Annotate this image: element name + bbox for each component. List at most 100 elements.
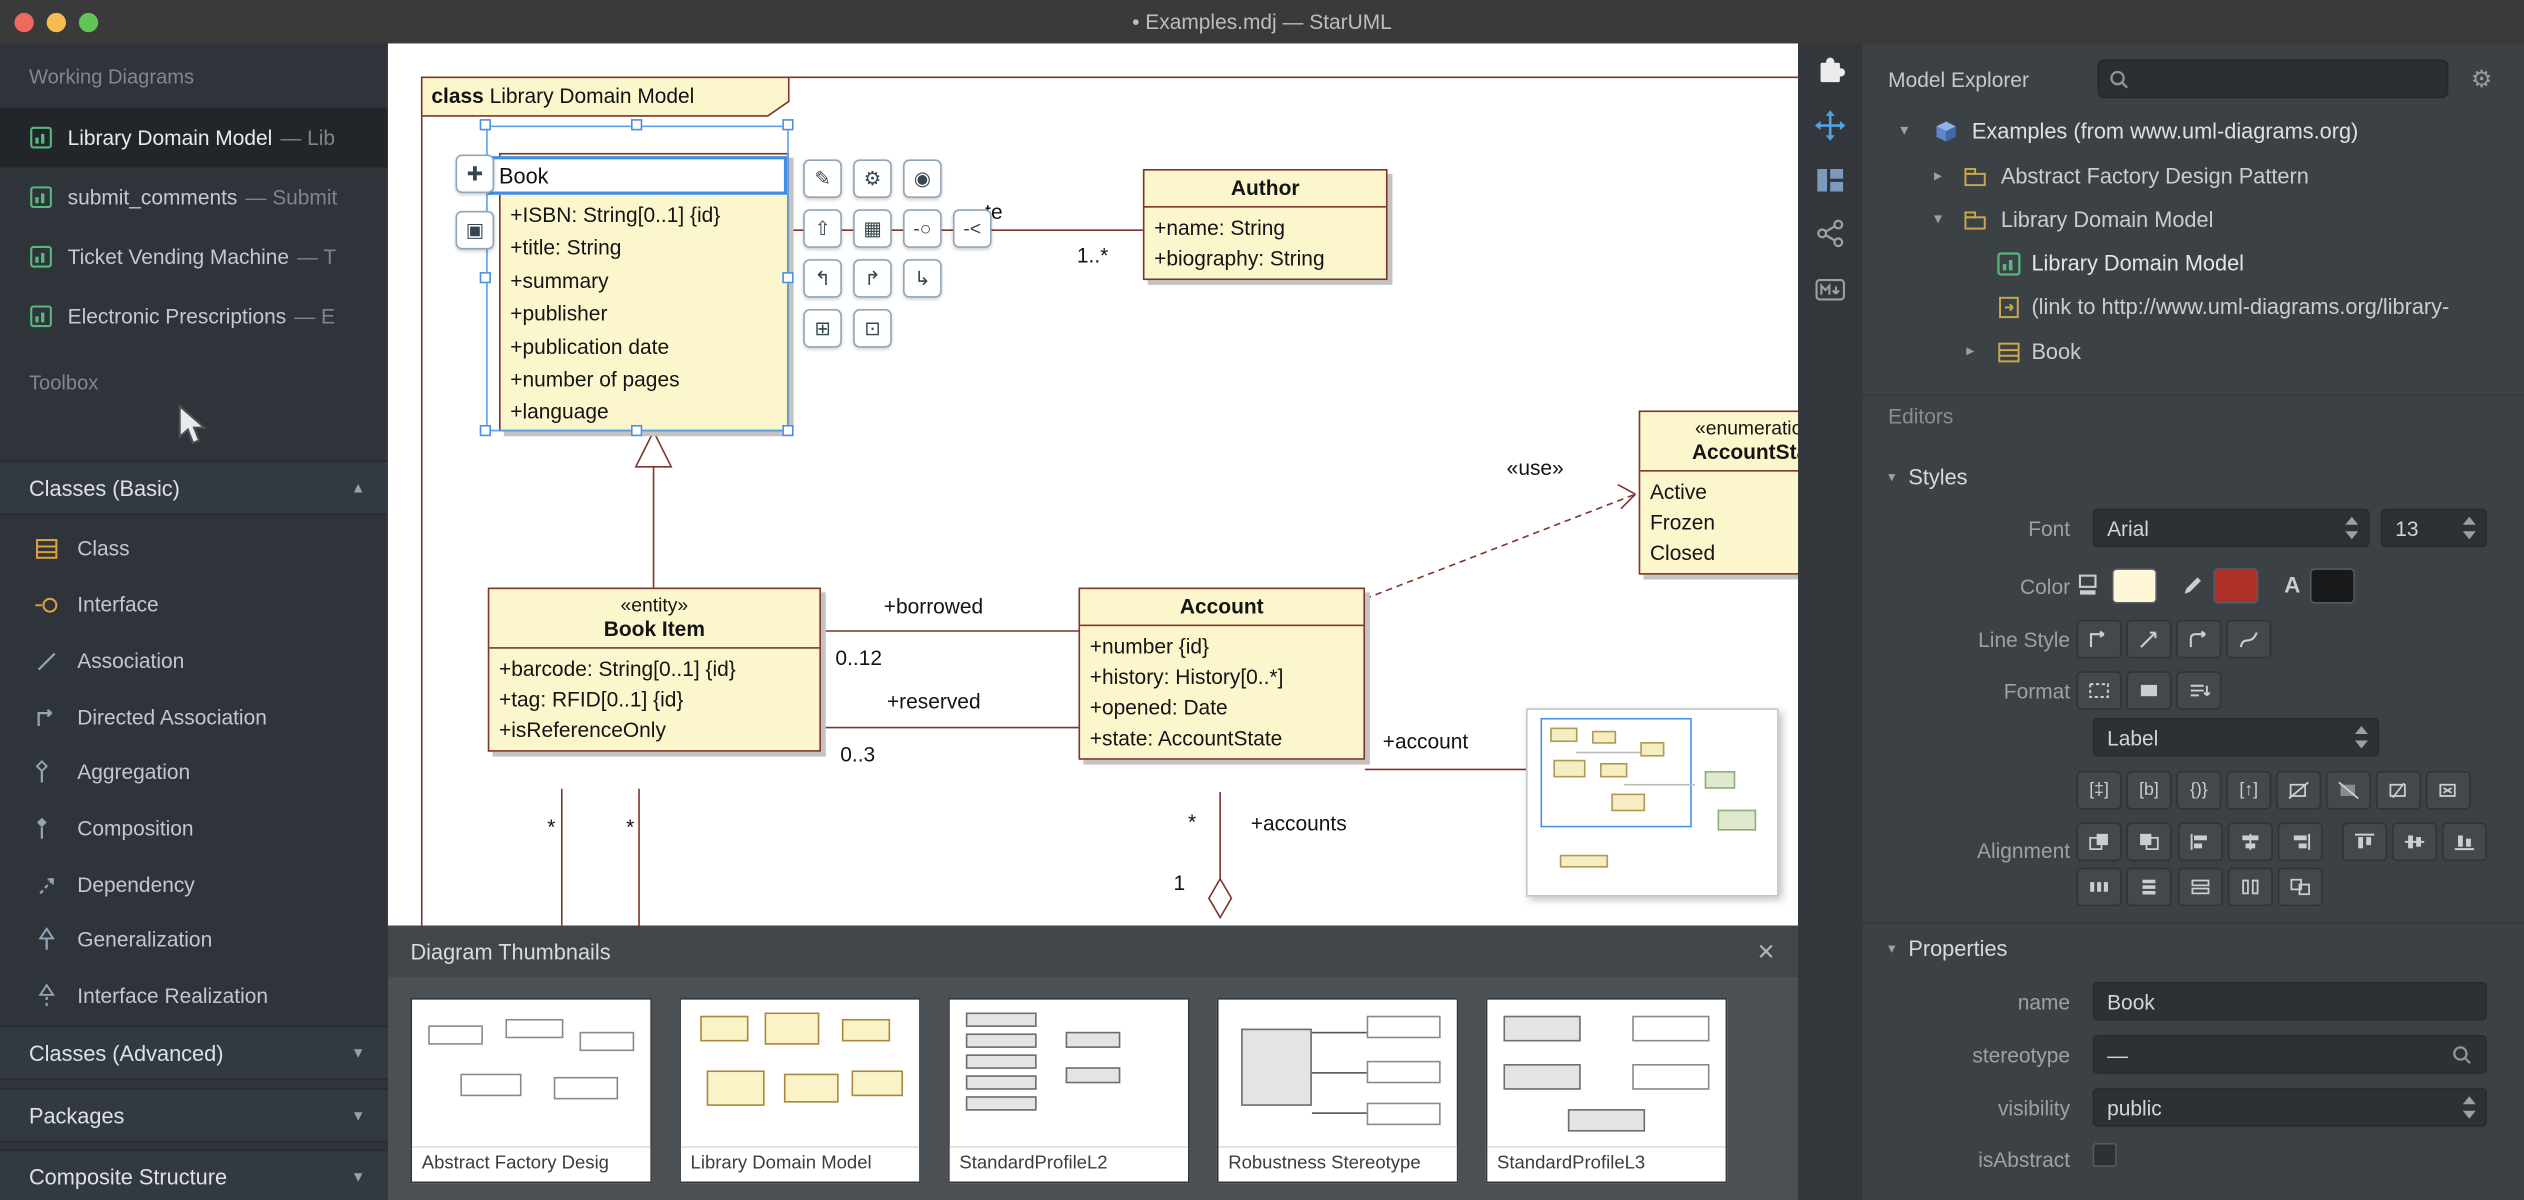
add-sub-diagram-button[interactable]: ⊡ — [853, 309, 892, 348]
suppress-operations-button[interactable] — [2326, 771, 2372, 810]
stepper-icon[interactable] — [2462, 516, 2477, 540]
font-color-swatch[interactable] — [2309, 568, 2355, 604]
section-composite-structure[interactable]: Composite Structure ▼ — [0, 1149, 388, 1200]
selection-handle[interactable] — [479, 119, 491, 131]
toolbox-item-interface[interactable]: Interface — [0, 576, 388, 632]
class-name-editor[interactable] — [487, 156, 788, 195]
quick-edit-button[interactable]: ✎ — [803, 159, 842, 198]
connector-up-right-button[interactable]: ↱ — [853, 259, 892, 298]
suppress-literals-button[interactable] — [2425, 771, 2471, 810]
align-bottom-button[interactable] — [2441, 822, 2487, 862]
section-classes-basic[interactable]: Classes (Basic) ▲ — [0, 460, 388, 516]
same-size-button[interactable] — [2277, 867, 2323, 907]
toolbox-item-generalization[interactable]: Generalization — [0, 911, 388, 967]
selection-handle[interactable] — [782, 119, 794, 131]
stereotype-display-select[interactable]: Label — [2092, 717, 2380, 757]
tree-item-book[interactable]: ▸ Book — [1862, 330, 2524, 373]
word-wrap-button[interactable]: [↑] — [2226, 771, 2272, 810]
extensions-button[interactable] — [1811, 53, 1850, 92]
dashed-rect-button[interactable] — [2076, 671, 2122, 710]
add-attribute-button[interactable]: ⇧ — [803, 209, 842, 248]
connector-up-left-button[interactable]: ↰ — [803, 259, 842, 298]
tree-item-library-domain-model-diagram[interactable]: Library Domain Model — [1862, 241, 2524, 284]
align-top-button[interactable] — [2342, 822, 2388, 862]
font-size-stepper[interactable]: 13 — [2380, 508, 2487, 548]
line-color-swatch[interactable] — [2213, 568, 2259, 604]
provided-interface-button[interactable]: -○ — [903, 209, 942, 248]
toolbox-item-directed-association[interactable]: Directed Association — [0, 689, 388, 745]
quick-view-button[interactable]: ▣ — [455, 210, 495, 250]
toolbox-item-composition[interactable]: Composition — [0, 800, 388, 856]
enumeration-account-state[interactable]: «enumeration» AccountState Active Frozen… — [1638, 410, 1799, 575]
stepper-icon[interactable] — [2462, 1096, 2477, 1119]
selection-handle[interactable] — [782, 424, 794, 437]
working-diagram-submit-comments[interactable]: submit_comments — Submit — [0, 167, 388, 227]
same-width-button[interactable] — [2177, 867, 2223, 907]
selection-handle[interactable] — [631, 119, 643, 131]
show-namespace-button[interactable]: [b] — [2126, 771, 2172, 810]
thumbnail-standard-profile-l2[interactable]: StandardProfileL2 — [948, 998, 1190, 1184]
close-icon[interactable]: ✕ — [1757, 938, 1776, 965]
line-style-oblique-button[interactable] — [2126, 619, 2172, 659]
align-center-button[interactable] — [2227, 822, 2273, 862]
stereotype-field[interactable]: — — [2092, 1035, 2487, 1074]
markdown-button[interactable] — [1811, 270, 1850, 309]
working-diagram-library-domain-model[interactable]: Library Domain Model — Lib — [0, 107, 388, 168]
show-visibility-button[interactable]: [‡] — [2076, 771, 2122, 810]
tree-item-library-domain-model-pkg[interactable]: ▾ Library Domain Model — [1862, 198, 2524, 241]
align-right-button[interactable] — [2277, 822, 2323, 862]
selection-handle[interactable] — [631, 424, 643, 437]
stepper-icon[interactable] — [2354, 725, 2369, 749]
thumbnail-standard-profile-l3[interactable]: StandardProfileL3 — [1485, 998, 1728, 1184]
toolbox-item-aggregation[interactable]: Aggregation — [0, 744, 388, 800]
tree-expand-icon[interactable]: ▾ — [1895, 122, 1914, 140]
quick-target-button[interactable]: ◉ — [903, 159, 942, 198]
toolbox-item-association[interactable]: Association — [0, 633, 388, 689]
section-classes-advanced[interactable]: Classes (Advanced) ▼ — [0, 1025, 388, 1081]
selection-handle[interactable] — [782, 272, 794, 284]
line-style-rounded-button[interactable] — [2176, 619, 2222, 659]
tree-expand-icon[interactable]: ▾ — [1928, 211, 1947, 229]
font-family-select[interactable]: Arial — [2092, 508, 2370, 548]
tree-expand-icon[interactable]: ▸ — [1928, 167, 1947, 185]
tree-item-examples[interactable]: ▾ Examples (from www.uml-diagrams.org) — [1862, 109, 2524, 152]
gear-icon[interactable]: ⚙ — [2471, 64, 2493, 93]
add-operation-button[interactable]: ▦ — [853, 209, 892, 248]
tree-item-abstract-factory[interactable]: ▸ Abstract Factory Design Pattern — [1862, 155, 2524, 198]
line-style-rectilinear-button[interactable] — [2076, 619, 2122, 659]
working-diagram-ticket-vending-machine[interactable]: Ticket Vending Machine — T — [0, 227, 388, 287]
share-button[interactable] — [1811, 214, 1850, 253]
selection-handle[interactable] — [479, 272, 491, 284]
thumbnail-abstract-factory[interactable]: Abstract Factory Desig — [410, 998, 652, 1184]
thumbnail-robustness-stereotypes[interactable]: Robustness Stereotype — [1216, 998, 1459, 1184]
name-input[interactable] — [2107, 989, 2473, 1014]
quick-add-button[interactable]: ✚ — [455, 154, 495, 194]
search-input[interactable] — [2137, 65, 2438, 92]
layout-button[interactable] — [1811, 161, 1850, 200]
diagram-minimap[interactable] — [1525, 708, 1779, 897]
bring-to-front-button[interactable] — [2076, 822, 2122, 862]
select-tool-cursor-icon[interactable] — [171, 404, 210, 449]
align-middle-button[interactable] — [2392, 822, 2438, 862]
suppress-attributes-button[interactable] — [2276, 771, 2322, 810]
thumbnail-library-domain-model[interactable]: Library Domain Model — [679, 998, 921, 1184]
section-packages[interactable]: Packages ▼ — [0, 1088, 388, 1143]
isabstract-checkbox[interactable] — [2092, 1142, 2117, 1168]
distribute-horizontal-button[interactable] — [2076, 867, 2122, 907]
selection-handle[interactable] — [479, 424, 491, 437]
styles-section-header[interactable]: ▾ Styles — [1888, 465, 1967, 489]
same-height-button[interactable] — [2227, 867, 2273, 907]
tree-item-link[interactable]: (link to http://www.uml-diagrams.org/lib… — [1862, 285, 2524, 328]
toolbox-item-class[interactable]: Class — [0, 520, 388, 576]
quick-settings-button[interactable]: ⚙ — [853, 159, 892, 198]
fill-color-swatch[interactable] — [2111, 568, 2157, 604]
required-interface-button[interactable]: -< — [952, 209, 992, 248]
working-diagram-electronic-prescriptions[interactable]: Electronic Prescriptions — E — [0, 287, 388, 347]
toolbox-item-interface-realization[interactable]: Interface Realization — [0, 967, 388, 1023]
tree-expand-icon[interactable]: ▸ — [1961, 343, 1980, 361]
add-sub-class-button[interactable]: ⊞ — [803, 309, 842, 348]
solid-rect-button[interactable] — [2126, 671, 2172, 710]
properties-section-header[interactable]: ▾ Properties — [1888, 937, 2007, 961]
text-align-lines-button[interactable] — [2176, 671, 2222, 710]
show-property-button[interactable]: {)} — [2176, 771, 2222, 810]
